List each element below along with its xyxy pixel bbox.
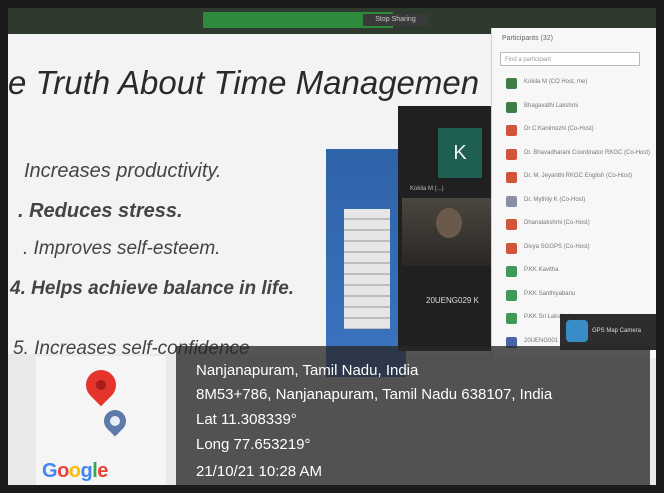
participant-avatar — [506, 125, 517, 136]
participant-video-tile[interactable]: K — [438, 128, 482, 178]
participant-row[interactable]: Dr C.Kanimozhi (Co-Host) — [498, 123, 648, 139]
latitude: Lat 11.308339° — [196, 411, 297, 428]
google-logo-letter: g — [80, 460, 93, 482]
camera-video-tile[interactable] — [402, 198, 494, 266]
longitude: Long 77.653219° — [196, 436, 311, 453]
participant-name: Kokila M (CO Host, me) — [524, 79, 588, 85]
google-logo-letter: G — [42, 460, 58, 482]
slide-illustration — [326, 149, 406, 377]
location-pin-icon — [79, 363, 123, 407]
participant-avatar — [506, 172, 517, 183]
participant-avatar — [506, 148, 517, 160]
participant-avatar — [506, 313, 517, 324]
slide-bullet: 4. Helps achieve balance in life. — [10, 278, 295, 299]
slide-bullet: . Improves self-esteem. — [23, 238, 221, 259]
participant-row[interactable]: Dhanalakshmi (Co-Host) — [498, 217, 648, 233]
video-panel: K Kokila M (...) 20UENG029 K — [398, 106, 498, 351]
participant-row[interactable]: Dr. Mythily K (Co-Host) — [498, 194, 648, 210]
slide-bullet: . Reduces stress. — [18, 200, 183, 222]
participant-row[interactable]: P.KK Kavitha — [498, 264, 648, 280]
google-logo-letter: o — [68, 460, 81, 482]
map-thumbnail: Google — [36, 356, 166, 485]
gps-logo-text: GPS Map Camera — [592, 328, 642, 334]
google-logo: Google — [42, 460, 108, 483]
gps-overlay: Google Nanjanapuram, Tamil Nadu, India 8… — [28, 346, 650, 485]
participant-name: Dhanalakshmi (Co-Host) — [524, 220, 590, 226]
video-tile-name: Kokila M (...) — [410, 186, 444, 192]
participant-name: 20UENG001 — [524, 337, 559, 344]
camera-tile-name: 20UENG029 K — [426, 296, 479, 305]
participant-name: Dr. Bhavadharani Coordinator RKGC (Co-Ho… — [524, 149, 651, 156]
participant-row[interactable]: Divya SGGPS (Co-Host) — [498, 241, 648, 257]
place-name: Nanjanapuram, Tamil Nadu, India — [196, 362, 419, 379]
slide-title: e Truth About Time Managemen — [8, 64, 480, 101]
participant-avatar — [506, 242, 517, 254]
participant-name: P.KK Santhiyabanu — [524, 290, 576, 297]
participants-panel: Participants (32) Find a participant Kok… — [491, 28, 656, 358]
participant-avatar — [506, 78, 517, 89]
participant-search-input[interactable]: Find a participant — [500, 52, 640, 66]
participant-avatar — [506, 219, 517, 230]
participant-name: Dr C.Kanimozhi (Co-Host) — [524, 126, 594, 132]
participant-name: P.KK Kavitha — [524, 267, 559, 273]
participant-name: Divya SGGPS (Co-Host) — [524, 243, 590, 250]
timestamp: 21/10/21 10:28 AM — [196, 463, 322, 480]
participant-row[interactable]: Dr. M. Jeyanthi RKGC English (Co-Host) — [498, 170, 648, 186]
participant-row[interactable]: Bhagavathi Lakshmi — [498, 100, 648, 116]
participant-avatar — [506, 266, 517, 277]
address: 8M53+786, Nanjanapuram, Tamil Nadu 63810… — [196, 386, 553, 403]
location-info-box: Nanjanapuram, Tamil Nadu, India 8M53+786… — [176, 346, 650, 485]
book-stack-image — [344, 209, 390, 329]
google-logo-letter: o — [57, 460, 69, 482]
participant-row[interactable]: Kokila M (CO Host, me) — [498, 76, 648, 92]
gps-map-camera-logo: GPS Map Camera — [560, 314, 656, 350]
slide-bullet: Increases productivity. — [24, 160, 222, 182]
participant-row[interactable]: Dr. Bhavadharani Coordinator RKGC (Co-Ho… — [498, 147, 651, 163]
google-logo-letter: e — [97, 460, 108, 482]
gps-camera-icon — [566, 320, 588, 342]
participant-avatar — [506, 195, 517, 207]
screen-photo: Stop Sharing e Truth About Time Manageme… — [8, 8, 656, 485]
participant-face — [436, 208, 462, 238]
participant-avatar — [506, 101, 517, 113]
participant-avatar — [506, 289, 517, 301]
participant-name: Bhagavathi Lakshmi — [524, 102, 579, 109]
person-marker-icon — [99, 405, 131, 437]
participants-header: Participants (32) — [502, 35, 553, 42]
participant-name: Dr. M. Jeyanthi RKGC English (Co-Host) — [524, 173, 633, 179]
participant-row[interactable]: P.KK Santhiyabanu — [498, 288, 648, 304]
stop-sharing-button[interactable]: Stop Sharing — [363, 14, 428, 26]
participant-name: Dr. Mythily K (Co-Host) — [524, 196, 586, 203]
